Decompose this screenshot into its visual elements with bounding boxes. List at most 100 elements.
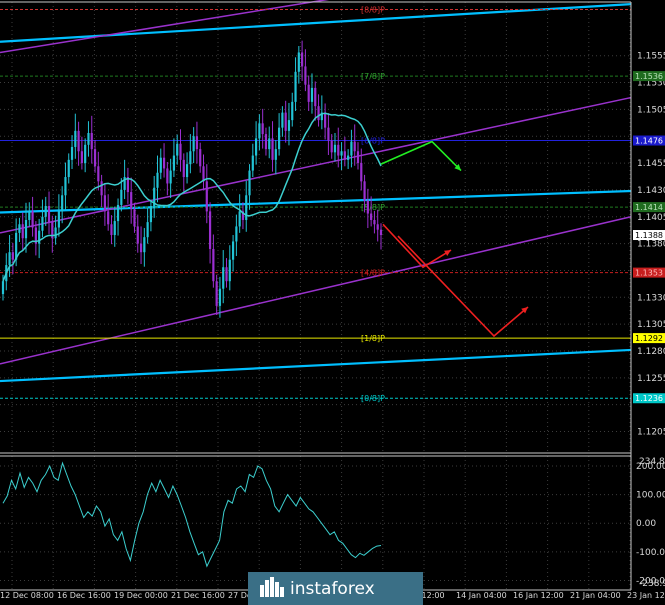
price-tick-label: 1.1505 <box>637 105 665 115</box>
candle-body <box>169 170 172 184</box>
candle-body <box>301 52 304 67</box>
candle-body <box>370 213 373 220</box>
candle-body <box>205 181 208 212</box>
candle-body <box>379 229 383 236</box>
candle-body <box>363 181 366 201</box>
candle-body <box>31 211 34 228</box>
price-tick-label: 1.1405 <box>637 213 665 223</box>
murrey-level-label: [7/8]P <box>361 72 385 81</box>
candle-body <box>278 127 281 150</box>
oscillator-tick-label: 0.00 <box>636 519 656 529</box>
candle-body <box>54 227 57 239</box>
candle-body <box>176 143 179 156</box>
candle-body <box>24 219 28 239</box>
candle-body <box>179 143 182 160</box>
candle-body <box>304 66 307 85</box>
candle-body <box>90 133 93 150</box>
candle-body <box>208 211 212 249</box>
candle-body <box>143 237 146 253</box>
time-tick-label: 16 Jan 12:00 <box>513 591 564 600</box>
candle-body <box>324 112 327 128</box>
candle-body <box>192 136 195 152</box>
logo-text: instaforex <box>290 579 375 599</box>
price-tag-label: 1.1292 <box>635 334 663 343</box>
price-tag-label: 1.1353 <box>635 269 663 278</box>
candle-body <box>356 151 360 164</box>
candle-body <box>284 112 287 131</box>
forex-chart: [8/8]P[7/8]P[6/8]P[5/8]P[4/8]P[1/8]P[0/8… <box>0 0 665 605</box>
candle-body <box>347 155 350 160</box>
time-tick-label: 21 Jan 04:00 <box>570 591 621 600</box>
candle-body <box>80 151 83 164</box>
price-tick-label: 1.1380 <box>637 240 665 250</box>
candle-body <box>261 123 264 135</box>
murrey-level-label: [6/8]P <box>361 137 385 146</box>
candle-body <box>264 134 268 150</box>
murrey-level-label: [8/8]P <box>361 6 385 15</box>
candle-body <box>97 166 100 182</box>
candle-body <box>100 181 103 196</box>
time-tick-label: 21 Dec 16:00 <box>171 591 225 600</box>
candle-body <box>103 195 106 212</box>
candle-body <box>268 138 271 150</box>
candle-body <box>107 211 110 225</box>
candle-body <box>225 267 228 282</box>
murrey-level-label: [4/8]P <box>361 269 385 278</box>
murrey-level-label: [1/8]P <box>361 334 385 343</box>
price-tick-label: 1.1305 <box>637 320 665 330</box>
candle-body <box>222 267 225 289</box>
candle-body <box>47 206 51 223</box>
candle-body <box>149 206 153 223</box>
candle-body <box>235 226 238 242</box>
candle-body <box>70 146 74 160</box>
price-tick-label: 1.1330 <box>637 293 665 303</box>
candle-body <box>199 149 202 167</box>
candle-body <box>254 138 258 156</box>
candle-body <box>120 189 123 205</box>
candle-body <box>57 211 60 228</box>
candle-body <box>281 112 284 128</box>
time-tick-label: 19 Dec 00:00 <box>114 591 168 600</box>
candle-body <box>228 259 231 282</box>
candle-body <box>61 195 64 212</box>
candle-body <box>340 151 343 156</box>
time-tick-label: 12 Dec 08:00 <box>0 591 54 600</box>
candle-body <box>195 136 199 150</box>
candle-body <box>330 140 333 153</box>
candle-body <box>287 120 291 131</box>
price-tick-label: 1.1555 <box>637 52 665 62</box>
candle-body <box>84 144 87 164</box>
candle-body <box>215 281 218 306</box>
price-tag-label: 1.1388 <box>635 231 663 240</box>
logo: instaforex <box>248 572 423 605</box>
candle-body <box>116 204 120 222</box>
price-tick-label: 1.1255 <box>637 374 665 384</box>
price-tick-label: 1.1280 <box>637 347 665 357</box>
candle-body <box>376 224 379 230</box>
price-tick-label: 1.1455 <box>637 159 665 169</box>
candle-body <box>139 243 143 253</box>
candle-body <box>11 252 14 260</box>
candle-body <box>258 123 261 139</box>
candle-body <box>136 226 139 244</box>
price-tag-label: 1.1236 <box>635 394 663 403</box>
oscillator-tick-label: -100.00 <box>636 548 665 558</box>
candle-body <box>212 248 215 282</box>
candle-body <box>248 170 251 196</box>
candle-body <box>231 241 235 260</box>
candle-body <box>343 151 346 160</box>
candle-body <box>67 159 70 178</box>
candle-body <box>8 252 11 266</box>
candle-body <box>271 138 274 160</box>
candle-body <box>238 211 241 227</box>
candle-body <box>350 141 353 156</box>
time-tick-label: 16 Dec 16:00 <box>57 591 111 600</box>
candle-body <box>110 224 113 236</box>
candle-body <box>156 172 159 188</box>
candle-body <box>314 87 317 107</box>
price-tick-label: 1.1430 <box>637 186 665 196</box>
candle-body <box>146 222 149 238</box>
candle-body <box>44 206 47 217</box>
price-tag-label: 1.1476 <box>635 137 663 146</box>
candle-body <box>294 71 297 102</box>
